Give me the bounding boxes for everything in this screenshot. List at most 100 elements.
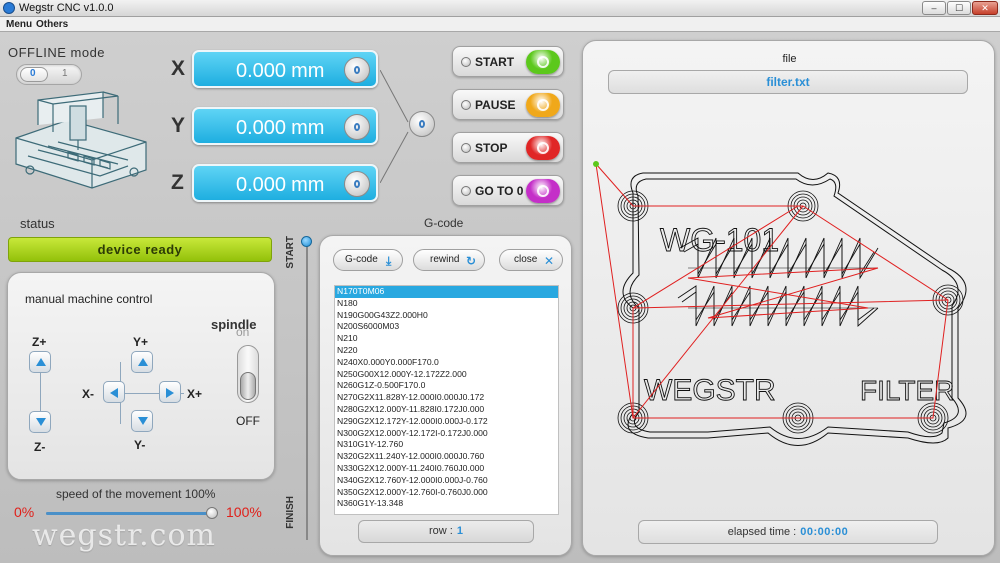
axis-bracket — [380, 70, 409, 183]
gcode-list[interactable]: N170T0M06 N180 N190G00G43Z2.000H0 N200S6000… — [334, 285, 559, 515]
gcode-line[interactable]: N170T0M06 — [335, 286, 558, 298]
app-icon — [3, 2, 15, 14]
arrow-down-icon — [36, 418, 46, 426]
gcode-line[interactable]: N220 — [335, 345, 558, 357]
z-axis-value-wrap: 0.000 mm — [236, 174, 324, 197]
load-gcode-label: G-code — [345, 254, 378, 265]
speed-max-label: 100% — [226, 504, 262, 520]
speed-label: speed of the movement 100% — [56, 487, 216, 501]
start-gem-icon — [526, 50, 560, 74]
gcode-line[interactable]: N280G2X12.000Y-11.828I0.172J0.000 — [335, 404, 558, 416]
x-axis-value-wrap: 0.000 mm — [236, 60, 324, 83]
pause-button[interactable]: PAUSE — [452, 89, 564, 120]
gcode-line[interactable]: N200S6000M03 — [335, 321, 558, 333]
goto0-gem-icon — [526, 179, 560, 203]
gcode-line[interactable]: N320G2X11.240Y-12.000I0.000J0.760 — [335, 451, 558, 463]
go-to-zero-button[interactable]: GO TO 0 — [452, 175, 564, 206]
zero-icon — [354, 180, 360, 188]
manual-control-title: manual machine control — [25, 292, 153, 306]
z-axis-value: 0.000 — [236, 174, 287, 196]
gcode-line[interactable]: N330G2X12.000Y-11.240I0.760J0.000 — [335, 463, 558, 475]
x-axis-value: 0.000 — [236, 60, 287, 82]
z-axis-letter: Z — [171, 171, 184, 194]
close-window-button[interactable]: ✕ — [972, 1, 998, 15]
start-button[interactable]: START — [452, 46, 564, 77]
gcode-line[interactable]: N310G1Y-12.760 — [335, 439, 558, 451]
y-axis-display: 0.000 mm — [192, 107, 378, 145]
spindle-switch[interactable] — [237, 345, 259, 403]
x-plus-button[interactable] — [159, 381, 181, 403]
speed-slider-track[interactable] — [46, 512, 214, 515]
stop-label: STOP — [475, 141, 508, 155]
menu-item-others[interactable]: Others — [36, 19, 68, 30]
file-name: filter.txt — [608, 70, 968, 94]
start-led-icon — [461, 57, 471, 67]
gcode-line[interactable]: N360G1Y-13.348 — [335, 498, 558, 510]
stop-gem-icon — [526, 136, 560, 160]
gcode-line[interactable]: N290G2X12.172Y-12.000I0.000J-0.172 — [335, 416, 558, 428]
z-axis-unit: mm — [291, 174, 325, 196]
gcode-line[interactable]: N300G2X12.000Y-12.172I-0.172J0.000 — [335, 428, 558, 440]
gcode-line[interactable]: N340G2X12.760Y-12.000I0.000J-0.760 — [335, 475, 558, 487]
gcode-line[interactable]: N350G2X12.000Y-12.760I-0.760J0.000 — [335, 487, 558, 499]
spindle-off-label: OFF — [236, 414, 260, 428]
row-label: row : — [429, 525, 453, 537]
close-label: close — [514, 254, 538, 265]
maximize-button[interactable]: ☐ — [947, 1, 971, 15]
minimize-button[interactable]: – — [922, 1, 946, 15]
menu-bar: Menu Others — [0, 17, 1000, 32]
gcode-line[interactable]: N250G00X12.000Y-12.172Z2.000 — [335, 369, 558, 381]
elapsed-label: elapsed time : — [727, 526, 797, 538]
progress-track — [306, 240, 308, 540]
pause-gem-icon — [526, 93, 560, 117]
zero-y-button[interactable] — [344, 114, 370, 140]
rewind-button[interactable]: rewind ↻ — [413, 249, 485, 271]
x-axis-letter: X — [171, 57, 186, 80]
close-gcode-button[interactable]: close ✕ — [499, 249, 563, 271]
z-plus-label: Z+ — [32, 335, 47, 349]
preview-text-right: FILTER — [860, 375, 954, 406]
stop-led-icon — [461, 143, 471, 153]
x-minus-button[interactable] — [103, 381, 125, 403]
progress-start-label: START — [285, 236, 296, 269]
gcode-line[interactable]: N260G1Z-0.500F170.0 — [335, 380, 558, 392]
toggle-option-0: 0 — [30, 68, 36, 79]
stop-button[interactable]: STOP — [452, 132, 564, 163]
gcode-line[interactable]: N180 — [335, 298, 558, 310]
start-label: START — [475, 55, 515, 69]
arrow-up-icon — [138, 358, 148, 366]
menu-item-menu[interactable]: Menu — [6, 19, 32, 30]
status-label: status — [20, 216, 55, 231]
title-bar: Wegstr CNC v1.0.0 – ☐ ✕ — [0, 0, 1000, 17]
origin-point — [593, 161, 599, 167]
zero-x-button[interactable] — [344, 57, 370, 83]
elapsed-value: 00:00:00 — [800, 526, 849, 538]
y-axis-letter: Y — [171, 114, 186, 137]
zero-all-button[interactable] — [409, 111, 435, 137]
x-axis-display: 0.000 mm — [192, 50, 378, 88]
gcode-section-label: G-code — [424, 216, 464, 230]
arrow-right-icon — [166, 388, 174, 398]
arrow-down-icon — [138, 417, 148, 425]
y-minus-label: Y- — [134, 438, 146, 452]
gcode-line[interactable]: N270G2X11.828Y-12.000I0.000J0.172 — [335, 392, 558, 404]
y-axis-unit: mm — [291, 117, 325, 139]
pause-label: PAUSE — [475, 98, 516, 112]
z-minus-button[interactable] — [29, 411, 51, 433]
offline-mode-toggle[interactable]: 0 1 — [16, 64, 82, 85]
zero-icon — [354, 66, 360, 74]
z-jog-line — [40, 371, 41, 411]
load-gcode-button[interactable]: G-code ⤓ — [333, 249, 403, 271]
arrow-up-icon — [36, 358, 46, 366]
gcode-line[interactable]: N210 — [335, 333, 558, 345]
row-indicator: row :1 — [358, 520, 534, 543]
x-plus-label: X+ — [187, 387, 203, 401]
speed-slider-fill — [46, 512, 214, 515]
gcode-line[interactable]: N240X0.000Y0.000F170.0 — [335, 357, 558, 369]
zero-z-button[interactable] — [344, 171, 370, 197]
y-minus-button[interactable] — [131, 410, 153, 432]
z-plus-button[interactable] — [29, 351, 51, 373]
gcode-line[interactable]: N190G00G43Z2.000H0 — [335, 310, 558, 322]
y-plus-button[interactable] — [131, 351, 153, 373]
progress-thumb[interactable] — [301, 236, 312, 247]
